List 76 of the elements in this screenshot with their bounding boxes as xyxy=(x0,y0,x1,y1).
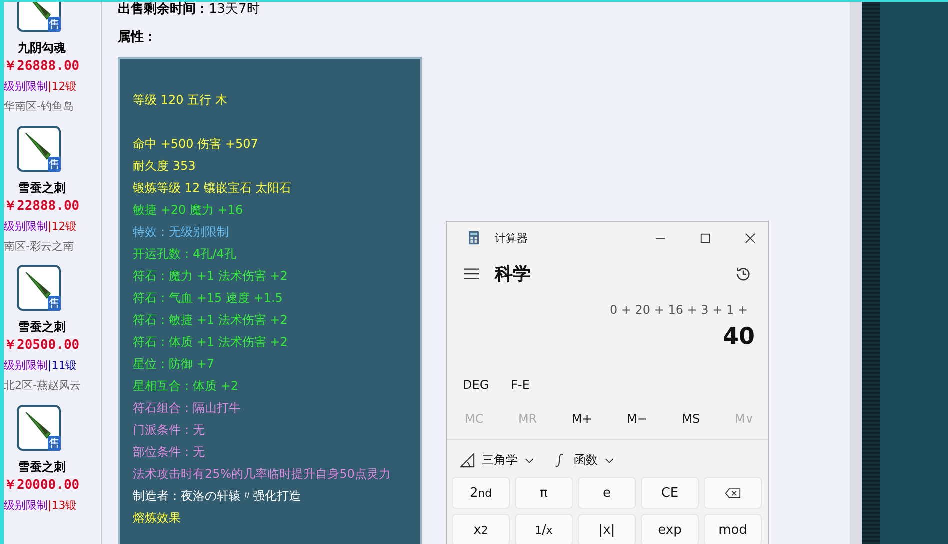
level-limit: 级别限制 xyxy=(4,80,48,93)
memory-button[interactable]: MS xyxy=(682,408,700,430)
attribute-line: 门派条件：无 xyxy=(133,422,206,439)
memory-button[interactable]: M+ xyxy=(572,408,592,430)
mode-toggle-button[interactable]: F-E xyxy=(511,374,530,396)
attribute-line: 敏捷 +20 魔力 +16 xyxy=(133,202,244,219)
sale-badge: 售 xyxy=(48,296,61,311)
chevron-icon xyxy=(605,458,614,464)
dropdown-button[interactable]: 三角学 xyxy=(460,448,534,473)
attribute-line: 符石组合：隔山打牛 xyxy=(133,400,242,417)
level-limit: 级别限制 xyxy=(4,498,48,512)
attribute-line: 符石：魔力 +1 法术伤害 +2 xyxy=(133,268,289,285)
maximize-icon[interactable] xyxy=(700,232,711,244)
item-price: ￥26888.00 xyxy=(4,58,81,76)
item-price: ￥22888.00 xyxy=(4,198,81,216)
attribute-line: 特效：无级别限制 xyxy=(133,224,230,241)
scrollbar-track[interactable] xyxy=(850,2,862,544)
attribute-line: 制造者：夜洛の轩辕〃强化打造 xyxy=(133,488,302,505)
calculator-key[interactable]: |x| xyxy=(578,514,636,544)
attributes-label: 属性： xyxy=(118,30,158,46)
sale-badge: 售 xyxy=(48,156,61,172)
forge-level: |13锻 xyxy=(48,498,77,512)
sale-badge: 售 xyxy=(48,17,61,32)
mode-title: 科学 xyxy=(495,263,531,286)
attribute-line: 符石：敏捷 +1 法术伤害 +2 xyxy=(133,312,289,329)
attribute-line: 部位条件：无 xyxy=(133,444,206,461)
attribute-line: 锻炼等级 12 镶嵌宝石 太阳石 xyxy=(133,180,293,197)
item-name[interactable]: 雪蚕之刺 xyxy=(4,178,80,196)
item-thumbnail[interactable]: 售 xyxy=(17,2,61,32)
item-name[interactable]: 九阴勾魂 xyxy=(4,39,80,57)
attribute-line: 符石：气血 +15 速度 +1.5 xyxy=(133,290,284,307)
level-limit: 级别限制 xyxy=(4,220,48,232)
memory-button[interactable]: M− xyxy=(627,408,648,430)
level-limit: 级别限制 xyxy=(4,359,48,372)
attribute-line: 熔炼效果 xyxy=(133,510,182,527)
forge-level: |12锻 xyxy=(48,80,77,93)
calculator-key[interactable]: e xyxy=(578,477,636,509)
attribute-line: 星位：防御 +7 xyxy=(133,356,216,373)
expression-display: 0 + 20 + 16 + 3 + 1 + xyxy=(608,302,749,318)
calculator-key[interactable]: exp xyxy=(641,514,699,544)
server-name: 北2区-燕赵风云 xyxy=(4,378,82,394)
server-name: 南区-彩云之南 xyxy=(4,238,75,254)
history-icon[interactable] xyxy=(735,266,752,282)
close-icon[interactable] xyxy=(745,232,756,244)
result-display: 40 xyxy=(722,323,756,352)
window-title: 计算器 xyxy=(495,230,528,246)
dropdown-button[interactable]: 函数 xyxy=(552,448,614,473)
triangle-icon xyxy=(460,453,475,468)
item-thumbnail[interactable]: 售 xyxy=(17,126,61,172)
calculator-icon xyxy=(469,231,479,245)
calculator-key[interactable]: π xyxy=(515,477,573,509)
attribute-line: 命中 +500 伤害 +507 xyxy=(133,136,260,153)
time-left: 出售剩余时间：13天7时 xyxy=(118,2,261,18)
attribute-line: 法术攻击时有25%的几率临时提升自身50点灵力 xyxy=(133,466,392,483)
calculator-key[interactable]: mod xyxy=(704,514,762,544)
attribute-line: 符石：体质 +1 法术伤害 +2 xyxy=(133,334,289,351)
backspace-icon xyxy=(725,488,741,498)
menu-icon[interactable] xyxy=(464,268,479,280)
forge-level: |11锻 xyxy=(48,359,77,372)
attribute-line: 星相互合：体质 +2 xyxy=(133,378,240,395)
attribute-line: 等级 120 五行 木 xyxy=(133,92,228,109)
mode-toggle-button[interactable]: DEG xyxy=(463,374,490,396)
item-name[interactable]: 雪蚕之刺 xyxy=(4,318,80,336)
attribute-line: 开运孔数：4孔/4孔 xyxy=(133,246,238,263)
item-thumbnail[interactable]: 售 xyxy=(17,404,61,450)
item-thumbnail[interactable]: 售 xyxy=(17,265,61,311)
calculator-key[interactable]: CE xyxy=(641,477,699,509)
server-name: 华南区-钓鱼岛 xyxy=(4,99,75,115)
chevron-icon xyxy=(525,458,534,464)
attribute-line: 耐久度 353 xyxy=(133,158,197,175)
item-price: ￥20500.00 xyxy=(4,337,81,355)
item-price: ￥20000.00 xyxy=(4,476,81,494)
backspace-key[interactable] xyxy=(704,477,762,509)
sale-badge: 售 xyxy=(48,436,61,450)
item-name[interactable]: 雪蚕之刺 xyxy=(4,458,80,476)
forge-level: |12锻 xyxy=(48,220,77,232)
